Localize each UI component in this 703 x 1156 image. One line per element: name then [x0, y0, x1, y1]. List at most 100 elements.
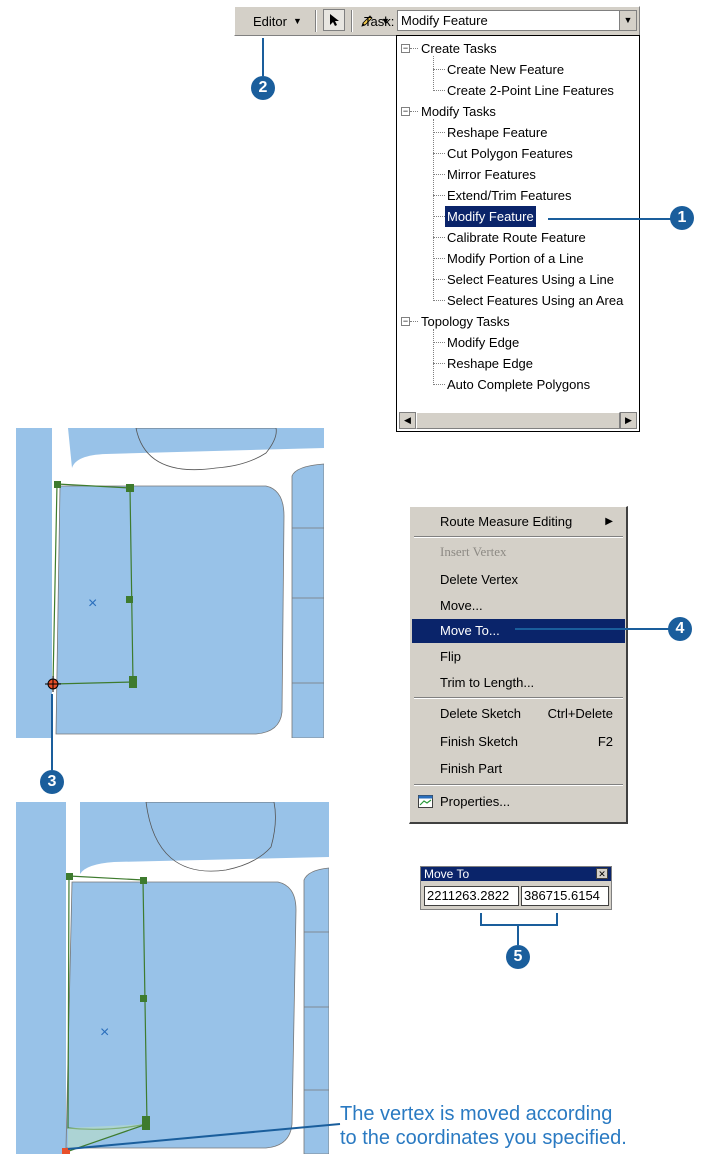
tree-connector: [433, 90, 445, 91]
menu-item-shortcut: F2: [597, 734, 613, 749]
tree-connector: [433, 69, 445, 70]
tree-connector: [433, 119, 434, 301]
editor-menu-button[interactable]: Editor ▼: [253, 7, 302, 35]
menu-item-label: Route Measure Editing: [440, 514, 573, 529]
toolbar-separator: [315, 10, 317, 32]
task-dropdown[interactable]: Modify Feature ▼: [397, 10, 637, 31]
menu-item-route-measure-editing[interactable]: Route Measure Editing ▶: [412, 510, 625, 534]
menu-item-label: Delete Sketch: [440, 706, 521, 721]
callout-1: 1: [670, 206, 694, 230]
menu-separator: [414, 784, 623, 786]
sketch-context-menu: Route Measure Editing ▶ Insert Vertex De…: [409, 506, 628, 824]
tree-connector: [433, 300, 445, 301]
menu-item-delete-vertex[interactable]: Delete Vertex: [412, 568, 625, 592]
y-coordinate-field[interactable]: 386715.6154: [521, 886, 609, 906]
tree-item-label: Cut Polygon Features: [447, 146, 573, 161]
tree-connector: [410, 48, 418, 49]
x-coordinate-value: 2211263.2822: [427, 888, 510, 903]
caption-line-1: The vertex is moved according: [340, 1103, 613, 1125]
callout-3: 3: [40, 770, 64, 794]
properties-icon: [418, 795, 433, 808]
menu-item-finish-part[interactable]: Finish Part: [412, 757, 625, 781]
menu-item-label: Trim to Length...: [440, 675, 535, 690]
collapse-icon[interactable]: −: [401, 107, 410, 116]
tree-connector: [433, 195, 445, 196]
submenu-arrow-icon: ▶: [605, 516, 613, 527]
menu-item-flip[interactable]: Flip: [412, 645, 625, 669]
svg-text:×: ×: [88, 595, 97, 612]
scroll-left-icon[interactable]: ◀: [399, 412, 416, 429]
menu-item-label: Insert Vertex: [440, 544, 507, 559]
task-tree-list[interactable]: − Create Tasks Create New Feature Create 2-…: [396, 35, 640, 432]
tree-connector: [433, 216, 445, 217]
tree-item-label: Select Features Using a Line: [447, 272, 614, 287]
map-view-before[interactable]: ×: [16, 428, 324, 738]
task-label: Task:: [364, 13, 395, 29]
move-to-dialog: Move To ✕ 2211263.2822 386715.6154: [420, 866, 612, 910]
tree-item-label: Mirror Features: [447, 167, 536, 182]
toolbar-separator: [351, 10, 353, 32]
tree-item-label: Auto Complete Polygons: [447, 377, 591, 392]
tree-connector: [410, 321, 418, 322]
tree-connector: [433, 342, 445, 343]
collapse-icon[interactable]: −: [401, 317, 410, 326]
tree-connector: [433, 279, 445, 280]
tree-connector: [433, 384, 445, 385]
map-view-after[interactable]: ×: [16, 802, 329, 1154]
scrollbar-thumb[interactable]: [416, 412, 620, 429]
tree-item-label: Modify Portion of a Line: [447, 251, 584, 266]
tree-connector: [433, 174, 445, 175]
tree-item-label: Create New Feature: [447, 62, 565, 77]
menu-item-label: Delete Vertex: [440, 572, 519, 587]
y-coordinate-value: 386715.6154: [524, 888, 600, 903]
dialog-title: Move To: [424, 867, 470, 881]
menu-item-insert-vertex: Insert Vertex: [412, 540, 625, 564]
dialog-title-bar[interactable]: Move To: [421, 867, 611, 881]
tree-connector: [433, 56, 434, 91]
tree-item-label: Calibrate Route Feature: [447, 230, 586, 245]
horizontal-scrollbar[interactable]: ◀ ▶: [399, 412, 637, 429]
scroll-right-icon[interactable]: ▶: [620, 412, 637, 429]
tree-item-label: Reshape Feature: [447, 125, 548, 140]
caption-line-2: to the coordinates you specified.: [340, 1127, 627, 1149]
tree-connector: [433, 153, 445, 154]
tree-connector: [433, 258, 445, 259]
tree-item-label: Create 2-Point Line Features: [447, 83, 614, 98]
tree-connector: [433, 237, 445, 238]
task-dropdown-value: Modify Feature: [401, 13, 488, 28]
menu-item-label: Move...: [440, 598, 483, 613]
svg-text:×: ×: [100, 1024, 109, 1041]
collapse-icon[interactable]: −: [401, 44, 410, 53]
menu-item-delete-sketch[interactable]: Delete Sketch Ctrl+Delete: [412, 702, 625, 726]
editor-toolbar: Editor ▼ ▼ Task: Modify Feature ▼: [234, 6, 640, 36]
tree-item-label: Modify Edge: [447, 335, 520, 350]
menu-item-label: Finish Part: [440, 761, 503, 776]
menu-item-shortcut: Ctrl+Delete: [547, 706, 613, 721]
tree-item-label: Reshape Edge: [447, 356, 534, 371]
tree-item-label: Select Features Using an Area: [447, 293, 624, 308]
menu-separator: [414, 697, 623, 699]
chevron-down-icon: ▼: [292, 16, 302, 26]
menu-item-trim-to-length[interactable]: Trim to Length...: [412, 671, 625, 695]
menu-item-label: Properties...: [440, 794, 511, 809]
menu-item-move-to[interactable]: Move To...: [412, 619, 625, 643]
close-icon[interactable]: ✕: [596, 868, 608, 879]
menu-item-label: Flip: [440, 649, 461, 664]
tree-item-label: Extend/Trim Features: [447, 188, 572, 203]
menu-item-label: Finish Sketch: [440, 734, 519, 749]
arrow-pointer-icon: [330, 14, 339, 26]
edit-tool-button[interactable]: [323, 9, 345, 31]
menu-item-finish-sketch[interactable]: Finish Sketch F2: [412, 730, 625, 754]
tree-connector: [433, 132, 445, 133]
menu-item-properties[interactable]: Properties...: [412, 790, 625, 814]
callout-5: 5: [506, 945, 530, 969]
callout-2: 2: [251, 76, 275, 100]
tree-item-label: Modify Feature: [444, 205, 537, 228]
editor-label: Editor: [253, 13, 287, 29]
menu-separator: [414, 536, 623, 538]
chevron-down-icon[interactable]: ▼: [619, 11, 636, 30]
x-coordinate-field[interactable]: 2211263.2822: [424, 886, 519, 906]
menu-item-move[interactable]: Move...: [412, 594, 625, 618]
tree-connector: [410, 111, 418, 112]
menu-item-label: Move To...: [440, 623, 500, 638]
